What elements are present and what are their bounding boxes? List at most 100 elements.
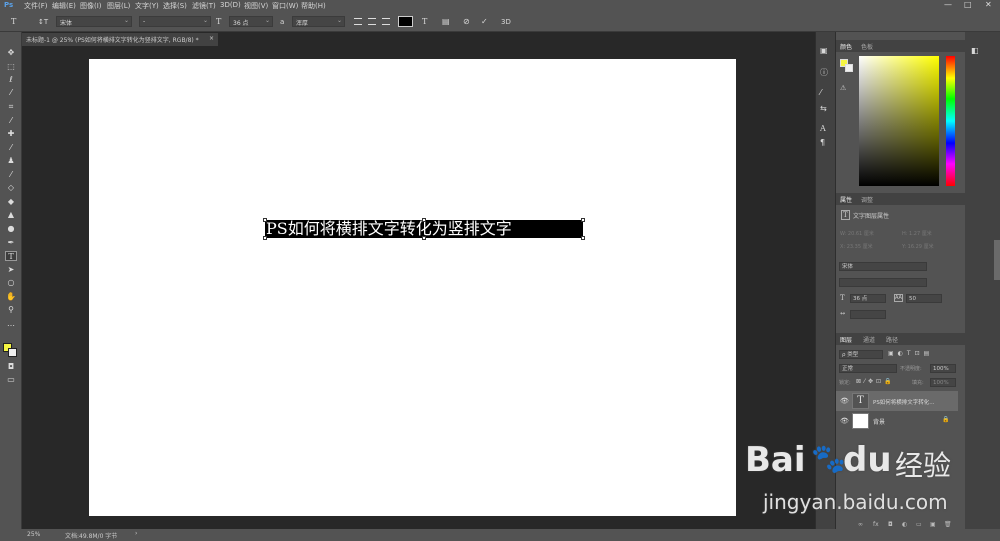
blend-mode-select[interactable]: 正常: [839, 364, 897, 373]
menu-view[interactable]: 视图(V): [244, 1, 268, 11]
lasso-tool-icon[interactable]: ℓ: [5, 75, 17, 85]
link-layers-icon[interactable]: ∞: [858, 521, 863, 528]
tab-properties[interactable]: 属性: [840, 195, 852, 204]
magic-wand-tool-icon[interactable]: ⁄: [5, 88, 17, 98]
status-menu-arrow[interactable]: ›: [135, 530, 137, 537]
tracking-field[interactable]: [850, 310, 886, 319]
zoom-tool-icon[interactable]: ⚲: [5, 305, 17, 315]
menu-select[interactable]: 选择(S): [163, 1, 187, 11]
font-size-field[interactable]: 36 点: [850, 294, 886, 303]
layer-row-text[interactable]: 👁 T PS如何将横排文字转化...: [836, 391, 958, 411]
character-panel-icon[interactable]: A: [820, 124, 826, 134]
close-tab-icon[interactable]: ×: [209, 35, 214, 42]
maximize-button[interactable]: □: [964, 0, 972, 9]
toggle-orientation-icon[interactable]: ↕T: [38, 17, 48, 27]
font-family-field[interactable]: 宋体: [839, 262, 927, 271]
blur-tool-icon[interactable]: ▲: [5, 210, 17, 220]
info-panel-icon[interactable]: ⓘ: [820, 68, 828, 78]
commit-icon[interactable]: ✓: [481, 17, 488, 27]
eraser-tool-icon[interactable]: ◇: [5, 183, 17, 193]
background-color-swatch[interactable]: [8, 348, 17, 357]
dodge-tool-icon[interactable]: ●: [5, 224, 17, 234]
tab-channels[interactable]: 通道: [863, 335, 875, 344]
visibility-eye-icon[interactable]: 👁: [840, 417, 849, 425]
font-size-select[interactable]: 36 点 ⌄: [229, 16, 273, 27]
history-panel-icon[interactable]: ▣: [820, 46, 828, 56]
lock-options-icons[interactable]: ⊠⁄✥⊡🔒: [856, 378, 895, 385]
menu-edit[interactable]: 编辑(E): [52, 1, 76, 11]
zoom-level[interactable]: 25%: [27, 531, 40, 538]
menu-image[interactable]: 图像(I): [80, 1, 102, 11]
background-color-swatch[interactable]: [845, 64, 853, 72]
clone-stamp-tool-icon[interactable]: ♟: [5, 156, 17, 166]
layer-kind-filter[interactable]: ρ 类型: [839, 350, 883, 359]
close-window-button[interactable]: ✕: [985, 0, 992, 9]
panel-collapse-handle[interactable]: [994, 240, 1000, 280]
font-style-field[interactable]: [839, 278, 927, 287]
delete-layer-icon[interactable]: 🗑: [944, 521, 952, 528]
transform-handle[interactable]: [422, 236, 426, 240]
tab-color[interactable]: 颜色: [840, 42, 852, 51]
new-group-icon[interactable]: ▭: [916, 521, 922, 528]
transform-handle[interactable]: [581, 218, 585, 222]
font-style-select[interactable]: - ⌄: [139, 16, 211, 27]
pen-tool-icon[interactable]: ✒: [5, 238, 17, 248]
fill-field[interactable]: 100%: [930, 378, 956, 387]
leading-field[interactable]: 50: [906, 294, 942, 303]
warp-text-icon[interactable]: T: [422, 17, 427, 27]
menu-layer[interactable]: 图层(L): [107, 1, 130, 11]
visibility-eye-icon[interactable]: 👁: [840, 397, 849, 405]
transform-handle[interactable]: [581, 236, 585, 240]
new-layer-icon[interactable]: ▣: [930, 521, 936, 528]
healing-brush-tool-icon[interactable]: ✚: [5, 129, 17, 139]
antialias-select[interactable]: 浑厚 ⌄: [292, 16, 345, 27]
font-family-select[interactable]: 宋体 ⌄: [56, 16, 132, 27]
tab-adjustments[interactable]: 调整: [861, 195, 873, 204]
tool-presets-icon[interactable]: ⇆: [820, 104, 827, 114]
history-brush-tool-icon[interactable]: ⁄: [5, 170, 17, 180]
menu-filter[interactable]: 滤镜(T): [192, 1, 216, 11]
brush-panel-icon[interactable]: ⁄: [820, 88, 821, 98]
color-picker-field[interactable]: [859, 56, 939, 186]
marquee-tool-icon[interactable]: ⬚: [5, 62, 17, 72]
tab-paths[interactable]: 路径: [886, 335, 898, 344]
menu-type[interactable]: 文字(Y): [135, 1, 159, 11]
layer-filter-icons[interactable]: ▣◐T⊡▤: [888, 350, 933, 357]
add-mask-icon[interactable]: ◘: [888, 521, 893, 528]
cancel-icon[interactable]: ⊘: [463, 17, 470, 27]
type-tool-icon[interactable]: T: [5, 251, 17, 261]
hand-tool-icon[interactable]: ✋: [5, 292, 17, 302]
paragraph-panel-icon[interactable]: ¶: [820, 138, 825, 148]
menu-help[interactable]: 帮助(H): [301, 1, 326, 11]
eyedropper-tool-icon[interactable]: ⁄: [5, 116, 17, 126]
transform-handle[interactable]: [263, 236, 267, 240]
adjustment-layer-icon[interactable]: ◐: [902, 521, 907, 528]
align-left-icon[interactable]: [354, 18, 362, 25]
type-tool-icon[interactable]: T: [11, 17, 16, 27]
hue-slider[interactable]: [946, 56, 955, 186]
document-canvas[interactable]: PS如何将横排文字转化为竖排文字: [89, 59, 736, 516]
transform-handle[interactable]: [263, 218, 267, 222]
menu-3d[interactable]: 3D(D): [220, 1, 241, 9]
3d-button[interactable]: 3D: [501, 17, 511, 27]
layer-row-background[interactable]: 👁 背景 🔒: [836, 411, 958, 431]
layer-style-icon[interactable]: fx: [873, 521, 879, 528]
opacity-field[interactable]: 100%: [930, 364, 956, 373]
crop-tool-icon[interactable]: ⌗: [5, 102, 17, 112]
libraries-icon[interactable]: ◧: [971, 46, 979, 56]
align-center-icon[interactable]: [368, 18, 376, 25]
brush-tool-icon[interactable]: ⁄: [5, 143, 17, 153]
quick-mask-icon[interactable]: ◘: [5, 362, 17, 372]
move-tool-icon[interactable]: ✥: [5, 48, 17, 58]
minimize-button[interactable]: —: [944, 0, 952, 9]
more-tools-icon[interactable]: …: [5, 319, 17, 329]
paint-bucket-tool-icon[interactable]: ◆: [5, 197, 17, 207]
tab-layers[interactable]: 图层: [840, 335, 852, 344]
path-selection-tool-icon[interactable]: ➤: [5, 265, 17, 275]
transform-handle[interactable]: [422, 218, 426, 222]
menu-window[interactable]: 窗口(W): [272, 1, 298, 11]
text-color-swatch[interactable]: [398, 16, 413, 27]
tab-swatches[interactable]: 色板: [861, 42, 873, 51]
menu-file[interactable]: 文件(F): [24, 1, 48, 11]
screen-mode-icon[interactable]: ▭: [5, 375, 17, 385]
